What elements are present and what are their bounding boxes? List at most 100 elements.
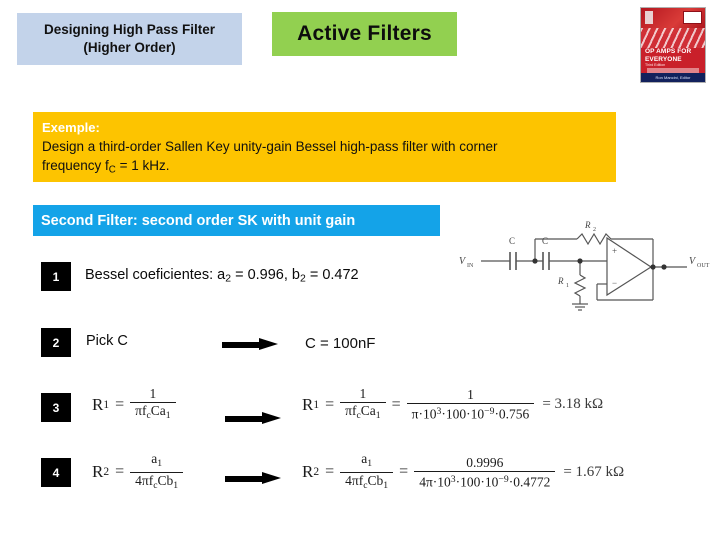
step-4-lhs-sub: 2 — [103, 466, 110, 479]
circuit-opamp-plus-label: + — [612, 246, 617, 256]
circuit-r2-sub: 2 — [593, 227, 596, 233]
slide-title-line-2: (Higher Order) — [83, 40, 176, 55]
step-4r-den-val: 4π·103·100·10−9·0.4772 — [414, 470, 556, 490]
step-3-den-b: Ca — [150, 403, 166, 418]
step-3r-den-sub2: 1 — [375, 409, 381, 421]
arrow-head — [262, 472, 281, 484]
step-4r-lhs: R — [302, 462, 314, 482]
circuit-cap1-label: C — [509, 236, 515, 246]
example-label: Exemple: — [42, 120, 100, 135]
step-4-result: = 1.67 kΩ — [563, 463, 625, 480]
step-1-text-c: = 0.472 — [305, 267, 359, 283]
example-corner-freq-subscript: C — [108, 164, 116, 176]
step-4-den-sub2: 1 — [173, 479, 179, 491]
step-badge-4: 4 — [41, 458, 71, 487]
step-3r-lhs-sub: 1 — [313, 398, 320, 411]
step-4r-dv-b: ·100·10 — [455, 474, 499, 490]
step-1-text-b: = 0.996, b — [231, 267, 300, 283]
step-3-substitution: R1 = 1 πfcCa1 = 1 π·103·100·10−9·0.756 =… — [302, 387, 603, 423]
example-line-1: Design a third-order Sallen Key unity-ga… — [42, 139, 498, 154]
slide-title-line-1: Designing High Pass Filter — [43, 22, 216, 37]
step-3r-dv-b: ·100·10 — [441, 406, 485, 422]
step-3r-dv-a: π·10 — [411, 406, 437, 422]
right-arrow-icon-2 — [222, 338, 278, 351]
slide-title-box: Designing High Pass Filter (Higher Order… — [17, 13, 242, 65]
step-4-den-a: 4πf — [135, 472, 154, 488]
book-publisher-logo-icon — [645, 11, 653, 24]
step-3-lhs-sub: 1 — [103, 398, 110, 411]
step-4-fraction: a1 4πfcCb1 — [130, 452, 184, 493]
step-3-fraction: 1 πfcCa1 — [130, 387, 176, 423]
book-cover-image: OP AMPS FOR EVERYONE Third Edition Ron M… — [640, 7, 706, 83]
step-4r-den-sym: 4πfcCb1 — [340, 471, 394, 493]
step-4-formula: R2 = a1 4πfcCb1 — [92, 452, 184, 493]
example-callout: Exemple: Design a third-order Sallen Key… — [33, 112, 616, 182]
step-badge-2: 2 — [41, 328, 71, 357]
book-cover-swoosh — [641, 28, 705, 48]
topic-badge: Active Filters — [272, 12, 457, 56]
section-header-label: Second Filter: second order SK with unit… — [41, 212, 356, 229]
step-4r-dv-exp2: −9 — [498, 473, 509, 485]
sallen-key-highpass-circuit-diagram: V IN V OUT C C R 1 R 2 + − — [455, 212, 713, 318]
step-4r-equals-2: = — [399, 463, 409, 481]
circuit-r2-label: R — [584, 220, 591, 230]
step-4r-den-b: Cb — [367, 472, 384, 488]
step-3-lhs: R — [92, 394, 104, 414]
step-4-equals: = — [115, 463, 125, 481]
step-3r-fraction-symbolic: 1 πfcCa1 — [340, 387, 386, 423]
circuit-opamp-minus-label: − — [612, 278, 617, 288]
step-1-text-a: Bessel coeficientes: a — [85, 267, 226, 283]
book-footer: Ron Mancini, Editor — [641, 73, 705, 82]
step-3r-equals-2: = — [391, 395, 401, 413]
step-4r-den-sub2: 1 — [383, 479, 389, 491]
circuit-output-label: V — [689, 256, 697, 267]
step-4r-lhs-sub: 2 — [313, 466, 320, 479]
step-4r-dv-c: ·0.4772 — [508, 474, 551, 490]
arrow-shaft — [225, 416, 265, 422]
step-3-numerator: 1 — [149, 386, 157, 401]
circuit-r1-label: R — [557, 276, 564, 286]
right-arrow-icon-4 — [225, 472, 281, 485]
step-4-den-b: Cb — [157, 472, 174, 488]
step-1-text: Bessel coeficientes: a2 = 0.996, b2 = 0.… — [85, 267, 359, 285]
book-title: OP AMPS FOR EVERYONE — [645, 48, 692, 63]
circuit-input-label: V — [459, 256, 467, 267]
step-3-denominator: πfcCa1 — [130, 402, 176, 423]
arrow-shaft — [222, 342, 262, 348]
section-header-bar: Second Filter: second order SK with unit… — [33, 205, 440, 236]
right-arrow-icon-3 — [225, 412, 281, 425]
step-4-substitution: R2 = a1 4πfcCb1 = 0.9996 4π·103·100·10−9… — [302, 452, 624, 493]
junction-dot — [661, 264, 667, 270]
step-4r-fraction-numeric: 0.9996 4π·103·100·10−9·0.4772 — [414, 454, 556, 490]
step-3r-lhs: R — [302, 394, 314, 414]
step-badge-3: 3 — [41, 393, 71, 422]
step-4-num-sub: 1 — [157, 457, 163, 469]
step-3r-num-val: 1 — [467, 387, 474, 403]
book-edition: Third Edition — [645, 63, 666, 67]
example-body: Design a third-order Sallen Key unity-ga… — [42, 137, 606, 179]
circuit-cap2-label: C — [542, 236, 548, 246]
circuit-r1-sub: 1 — [566, 283, 569, 289]
step-3-den-a: πf — [135, 403, 147, 418]
step-2-result: C = 100nF — [305, 335, 376, 352]
arrow-head — [262, 412, 281, 424]
step-3r-den-val: π·103·100·10−9·0.756 — [406, 403, 535, 422]
step-4r-num-val: 0.9996 — [466, 454, 504, 470]
step-3r-num-sym: 1 — [359, 386, 367, 401]
step-4r-fraction-symbolic: a1 4πfcCb1 — [340, 452, 394, 493]
example-line-2-prefix: frequency f — [42, 158, 109, 173]
step-3r-den-sym: πfcCa1 — [340, 402, 386, 423]
step-4-denominator: 4πfcCb1 — [130, 471, 184, 493]
book-cover-tag — [683, 11, 702, 24]
step-4r-num-sym: a1 — [356, 452, 377, 472]
step-3r-den-a: πf — [345, 403, 357, 418]
step-4r-num-sub: 1 — [367, 457, 373, 469]
topic-label: Active Filters — [297, 22, 432, 45]
example-line-2-suffix: = 1 kHz. — [115, 158, 170, 173]
step-3r-den-b: Ca — [360, 403, 376, 418]
step-3r-fraction-numeric: 1 π·103·100·10−9·0.756 — [406, 387, 535, 422]
arrow-head — [259, 338, 278, 350]
step-4r-den-a: 4πf — [345, 472, 364, 488]
step-4-lhs: R — [92, 462, 104, 482]
step-3-formula: R1 = 1 πfcCa1 — [92, 387, 176, 423]
